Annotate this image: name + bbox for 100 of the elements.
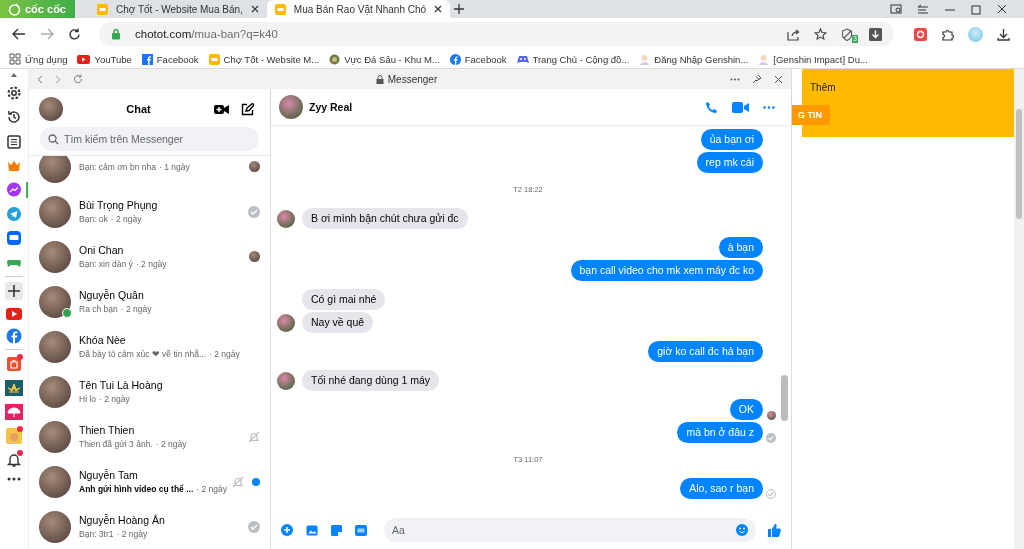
messenger-icon[interactable] xyxy=(6,181,22,198)
conversation-item[interactable]: Oni Chan Bạn: xin dàn ý · 2 ngày xyxy=(29,234,270,279)
message-time: · 2 ngày xyxy=(110,214,142,224)
conversation-item[interactable]: Khóa Nèe Đã bày tỏ cảm xúc ❤ về tin nhắ... · 2 ngày xyxy=(29,324,270,369)
add-icon[interactable] xyxy=(281,524,293,536)
bookmark-item[interactable]: Ứng dụng xyxy=(9,53,68,65)
close-icon[interactable] xyxy=(774,74,783,84)
reload-icon[interactable] xyxy=(68,27,81,41)
received-message: Tối nhé đang dùng 1 máy xyxy=(302,370,440,391)
message-preview: Bạn: xin dàn ý xyxy=(79,259,133,269)
bookmark-item[interactable]: Trang Chủ - Cộng đồ... xyxy=(516,53,630,65)
close-icon[interactable] xyxy=(996,3,1008,15)
more-icon[interactable] xyxy=(730,77,740,81)
bookmark-item[interactable]: Facebook xyxy=(449,53,507,65)
message-time: · 2 ngày xyxy=(135,259,167,269)
conversation-item[interactable]: Thien Thien Thien đã gửi 3 ảnh. · 2 ngày xyxy=(29,414,270,459)
puzzle-icon[interactable] xyxy=(941,27,954,41)
contact-name: Oni Chan xyxy=(79,244,125,256)
conversation-item[interactable]: Tên Tui Là Hoàng Hi lo · 2 ngày xyxy=(29,369,270,414)
user-avatar[interactable] xyxy=(39,97,63,121)
video-call-icon[interactable] xyxy=(214,103,229,115)
browser-tab[interactable]: Chợ Tốt - Website Mua Bán, xyxy=(89,0,267,18)
sent-message: giờ ko call đc hả bạn xyxy=(648,341,763,362)
contact-avatar xyxy=(39,156,71,183)
umbrella-icon[interactable] xyxy=(5,404,23,420)
conversation-item[interactable]: Bạn: cảm ơn bn nha · 1 ngày xyxy=(29,156,270,189)
thumbs-up-icon[interactable] xyxy=(767,523,781,537)
download-icon[interactable] xyxy=(869,27,882,41)
settings-icon[interactable] xyxy=(6,85,22,102)
close-icon[interactable] xyxy=(250,5,259,13)
message-field[interactable]: Aa xyxy=(384,518,756,542)
bookmark-item[interactable]: YouTube xyxy=(77,53,132,65)
contact-avatar xyxy=(39,375,71,408)
bookmark-item[interactable]: Facebook xyxy=(141,53,199,65)
sticker-icon[interactable] xyxy=(331,524,342,536)
list-icon[interactable] xyxy=(6,133,22,150)
game-app-icon[interactable] xyxy=(6,428,22,445)
contact-name: Zyy Real xyxy=(309,101,353,113)
back-icon[interactable] xyxy=(12,28,26,40)
phone-icon[interactable] xyxy=(705,100,718,114)
conversation-item[interactable]: Nguyễn Tam Anh gửi hình video cụ thể ... · 2 ngày xyxy=(29,459,270,504)
conversation-item[interactable]: Nguyễn Hoàng Ân Bạn: 3tr1 · 2 ngày xyxy=(29,504,270,549)
more-link[interactable]: Thêm xyxy=(810,82,836,93)
history-icon[interactable] xyxy=(6,109,22,126)
maximize-icon[interactable] xyxy=(970,3,982,15)
pin-icon[interactable] xyxy=(752,74,762,84)
bookmark-item[interactable]: Vực Đá Sâu - Khu M... xyxy=(329,53,440,65)
youtube-icon xyxy=(77,54,91,64)
bookmark-item[interactable]: Chợ Tốt - Website M... xyxy=(208,53,320,65)
contact-name: Nguyễn Tam xyxy=(79,469,139,481)
bell-icon[interactable] xyxy=(6,452,22,469)
more-icon[interactable] xyxy=(7,476,21,481)
message-preview: Bạn: ok xyxy=(79,214,108,224)
scroll-up-icon[interactable] xyxy=(11,73,17,77)
conversation-item[interactable]: Nguyễn Quân Ra ch bạn · 2 ngày xyxy=(29,279,270,324)
download-icon[interactable] xyxy=(997,27,1010,41)
bookmark-item[interactable]: Đăng Nhập Genshin... xyxy=(639,53,749,65)
contact-avatar xyxy=(39,330,71,363)
message-time: · 2 ngày xyxy=(116,529,148,539)
message-preview: Hi lo xyxy=(79,394,96,404)
contact-name: Khóa Nèe xyxy=(79,334,127,346)
sent-message: OK xyxy=(729,399,763,420)
telegram-icon[interactable] xyxy=(6,206,22,223)
contact-avatar[interactable] xyxy=(279,95,303,119)
image-icon[interactable] xyxy=(306,524,318,536)
sidebar-toggle-icon[interactable] xyxy=(917,3,930,15)
scrollbar-thumb[interactable] xyxy=(781,374,788,422)
lotus-icon[interactable] xyxy=(5,379,23,396)
star-icon[interactable] xyxy=(814,27,827,41)
sent-message: Alo, sao r bạn xyxy=(680,478,763,499)
conversation-item[interactable]: Bùi Trọng Phụng Bạn: ok · 2 ngày xyxy=(29,189,270,234)
new-tab-icon[interactable] xyxy=(454,4,465,14)
chat-app-icon[interactable] xyxy=(6,230,22,247)
bookmark-item[interactable]: [Genshin Impact] Du... xyxy=(758,53,868,65)
shop-logo-icon xyxy=(274,3,286,15)
message-preview: Đã bày tỏ cảm xúc ❤ về tin nhắ... xyxy=(79,349,207,359)
search-field[interactable]: Tìm kiếm trên Messenger xyxy=(40,127,259,151)
browser-tab[interactable]: Mua Bán Rao Vặt Nhanh Chó xyxy=(266,0,451,18)
message-time: · 1 ngày xyxy=(158,161,190,172)
compose-icon[interactable] xyxy=(241,102,254,116)
share-icon[interactable] xyxy=(787,27,800,41)
youtube-icon[interactable] xyxy=(6,308,22,321)
scrollbar-thumb[interactable] xyxy=(1016,109,1022,219)
extension-icon[interactable] xyxy=(914,27,927,41)
message-time: · 2 ngày xyxy=(155,439,187,449)
contact-name: Thien Thien xyxy=(79,424,136,436)
add-icon[interactable] xyxy=(5,281,23,300)
message-time: · 2 ngày xyxy=(99,394,130,404)
search-icon xyxy=(48,133,59,145)
gif-icon[interactable] xyxy=(355,524,367,536)
character-icon xyxy=(639,53,651,65)
close-icon[interactable] xyxy=(434,5,443,13)
sent-message: rep mk cái xyxy=(696,152,763,173)
facebook-icon[interactable] xyxy=(6,328,22,345)
emoji-icon[interactable] xyxy=(736,524,748,536)
apps-grid-icon xyxy=(9,53,21,65)
tab-search-icon[interactable] xyxy=(890,3,903,15)
shopping-bag-icon[interactable] xyxy=(6,355,22,372)
contact-avatar xyxy=(39,240,71,273)
contact-avatar xyxy=(39,510,71,543)
